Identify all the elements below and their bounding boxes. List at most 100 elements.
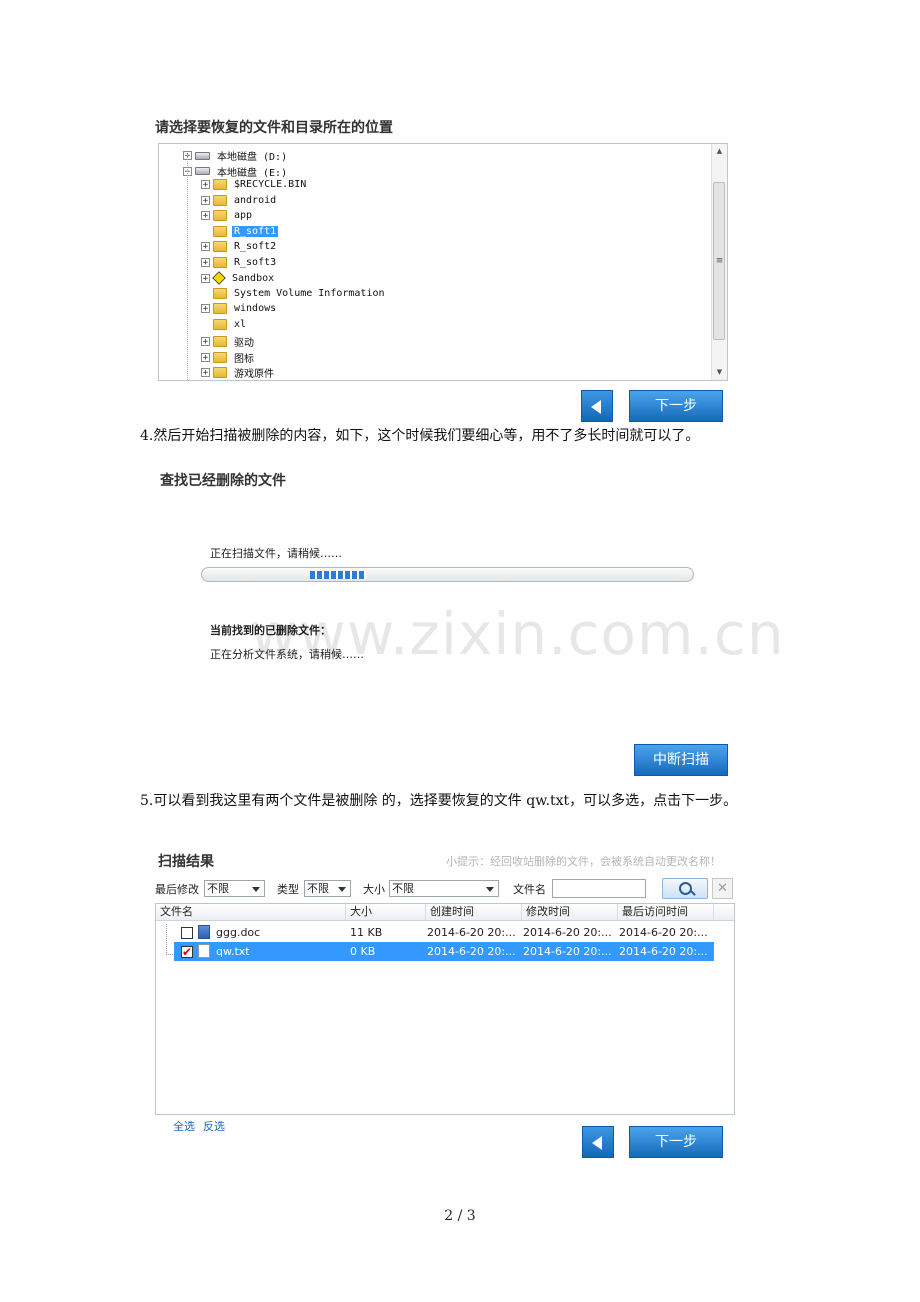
select-all-link[interactable]: 全选 — [173, 1118, 195, 1134]
expand-icon[interactable]: + — [201, 180, 210, 190]
folder-icon — [213, 241, 227, 252]
search-icon-handle — [690, 890, 696, 896]
folder-icon — [213, 351, 227, 363]
scroll-grip-icon: ≡ — [715, 256, 724, 266]
tree-item[interactable]: + 本地磁盘 (D:) — [183, 148, 289, 163]
expand-icon[interactable]: + — [201, 257, 210, 267]
next-button[interactable]: 下一步 — [629, 1126, 723, 1158]
file-created: 2014-6-20 20:... — [427, 926, 516, 939]
scroll-up-icon[interactable]: ▲ — [712, 147, 727, 155]
table-row[interactable]: qw.txt 0 KB 2014-6-20 20:... 2014-6-20 2… — [174, 942, 714, 962]
table-header: 文件名 大小 创建时间 修改时间 最后访问时间 — [156, 904, 734, 921]
tree-item[interactable]: + 游戏原件 — [201, 365, 276, 380]
tree-item[interactable]: R_soft1 — [201, 225, 279, 241]
file-modified: 2014-6-20 20:... — [523, 926, 612, 939]
doc-file-icon — [198, 925, 210, 939]
chevron-down-icon — [338, 887, 346, 892]
chevron-down-icon — [486, 887, 494, 892]
folder-icon — [213, 210, 227, 221]
column-header-modified[interactable]: 修改时间 — [522, 904, 618, 920]
scan-progress-bar — [201, 567, 694, 582]
tree-item[interactable]: + android — [201, 194, 278, 210]
file-modified: 2014-6-20 20:... — [523, 945, 612, 958]
invert-selection-link[interactable]: 反选 — [203, 1118, 225, 1134]
expand-icon[interactable]: + — [201, 211, 210, 221]
hint-text: 小提示：经回收站删除的文件，会被系统自动更改名称！ — [446, 855, 721, 868]
type-filter-value: 不限 — [307, 882, 329, 895]
file-accessed: 2014-6-20 20:... — [619, 945, 708, 958]
column-header-created[interactable]: 创建时间 — [426, 904, 522, 920]
folder-icon — [213, 225, 227, 237]
back-button[interactable] — [582, 1126, 614, 1158]
tree-item-label: 图标 — [234, 353, 254, 365]
tree-item[interactable]: + R_soft2 — [201, 241, 278, 256]
tree-item[interactable]: + R_soft3 — [201, 256, 278, 272]
tree-item[interactable]: + $RECYCLE.BIN — [201, 179, 308, 194]
tree-item[interactable]: − 本地磁盘 (E:) — [183, 164, 289, 179]
folder-icon — [213, 179, 227, 190]
file-accessed: 2014-6-20 20:... — [619, 926, 708, 939]
scan-progress-fill — [310, 571, 366, 579]
expand-icon[interactable]: + — [201, 273, 210, 283]
section-title-location: 请选择要恢复的文件和目录所在的位置 — [155, 120, 393, 136]
tree-item[interactable]: + 驱动 — [201, 334, 256, 349]
close-icon: ✕ — [717, 881, 728, 896]
folder-icon — [213, 256, 227, 268]
type-filter-label: 类型 — [277, 883, 299, 896]
drive-icon — [195, 167, 210, 175]
column-header-accessed[interactable]: 最后访问时间 — [618, 904, 714, 920]
expand-icon[interactable]: + — [201, 368, 210, 378]
next-button[interactable]: 下一步 — [629, 390, 723, 422]
tree-item-label: Sandbox — [232, 272, 275, 284]
modified-filter-select[interactable]: 不限 — [204, 880, 265, 897]
tree-item-label: 本地磁盘 (E:) — [217, 167, 288, 179]
table-row[interactable]: ggg.doc 11 KB 2014-6-20 20:... 2014-6-20… — [174, 923, 714, 942]
scroll-down-icon[interactable]: ▼ — [712, 368, 727, 376]
folder-icon — [213, 194, 227, 206]
row-checkbox[interactable] — [181, 943, 193, 962]
tree-item[interactable]: + windows — [201, 303, 278, 318]
results-table[interactable]: 文件名 大小 创建时间 修改时间 最后访问时间 ggg.doc 11 KB 20… — [155, 903, 735, 1115]
folder-icon — [213, 367, 227, 378]
expand-icon[interactable]: + — [201, 337, 210, 347]
step-5-paragraph: 5.可以看到我这里有两个文件是被删除 的，选择要恢复的文件 qw.txt，可以多… — [140, 793, 738, 809]
directory-tree[interactable]: + 本地磁盘 (D:) − 本地磁盘 (E:) + $RECYCLE.BIN + androi… — [158, 143, 728, 381]
search-icon — [679, 882, 692, 895]
expand-icon[interactable]: + — [201, 304, 210, 314]
tree-item[interactable]: + app — [201, 210, 254, 225]
column-header-size[interactable]: 大小 — [346, 904, 426, 920]
tree-item[interactable]: xl — [201, 318, 248, 334]
tree-item[interactable]: + Sandbox — [201, 271, 276, 287]
expand-icon[interactable]: + — [201, 195, 210, 205]
expand-icon[interactable]: + — [201, 242, 210, 252]
stop-scan-button[interactable]: 中断扫描 — [634, 744, 728, 776]
expand-icon — [201, 320, 210, 329]
tree-item-label: R_soft1 — [232, 225, 279, 237]
back-button[interactable] — [581, 390, 613, 422]
size-filter-value: 不限 — [392, 882, 414, 895]
tree-scrollbar[interactable]: ▲ ≡ ▼ — [711, 144, 727, 380]
type-filter-select[interactable]: 不限 — [304, 880, 351, 897]
clear-filter-button[interactable]: ✕ — [712, 878, 733, 899]
filename-filter-input[interactable] — [552, 879, 646, 898]
row-checkbox[interactable] — [181, 927, 193, 939]
txt-file-icon — [198, 944, 210, 958]
folder-icon — [213, 287, 227, 299]
expand-icon[interactable]: + — [201, 352, 210, 362]
tree-item[interactable]: System Volume Information — [201, 287, 387, 303]
tree-item-label: System Volume Information — [234, 287, 385, 299]
search-button[interactable] — [662, 878, 708, 899]
section-title-results: 扫描结果 — [158, 854, 214, 870]
file-size: 11 KB — [350, 926, 383, 939]
drive-icon — [195, 151, 210, 160]
tree-item[interactable]: + 图标 — [201, 350, 256, 365]
column-header-name[interactable]: 文件名 — [156, 904, 346, 920]
expand-icon — [201, 227, 210, 236]
tree-item-label: R_soft3 — [234, 256, 277, 268]
folder-icon — [213, 318, 227, 330]
sandbox-icon — [212, 271, 226, 285]
folder-icon — [213, 303, 227, 314]
size-filter-select[interactable]: 不限 — [389, 880, 499, 897]
file-name: qw.txt — [216, 945, 250, 958]
step-4-paragraph: 4.然后开始扫描被删除的内容，如下，这个时候我们要细心等，用不了多长时间就可以了… — [140, 428, 700, 444]
